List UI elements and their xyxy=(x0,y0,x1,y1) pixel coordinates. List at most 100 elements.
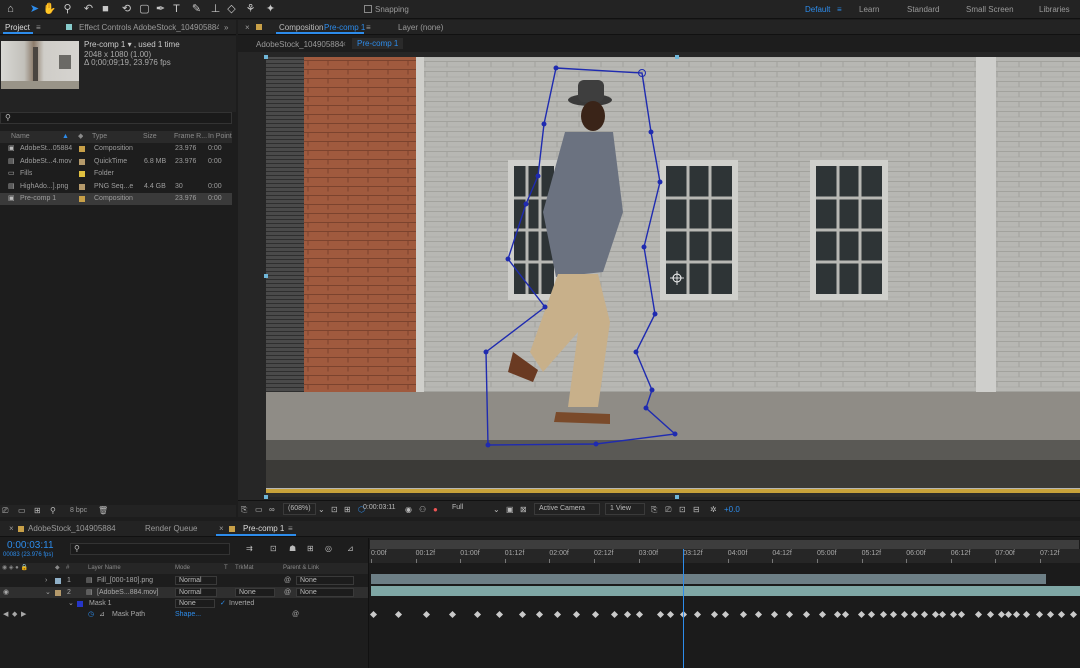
parent-pickwhip-icon[interactable]: @ xyxy=(284,575,291,586)
keyframe-icon[interactable] xyxy=(1057,610,1065,619)
mask-vertex[interactable] xyxy=(541,121,547,127)
layer-label-swatch[interactable] xyxy=(55,589,61,596)
comp-viewer[interactable] xyxy=(238,52,1080,500)
mask-name[interactable]: Mask 1 xyxy=(89,598,112,609)
project-item[interactable]: ▣ AdobeSt...05884 Composition 23.976 0:00 xyxy=(0,143,232,155)
zoom-dropdown-arrow[interactable]: ⌄ xyxy=(318,505,325,514)
workspace-learn[interactable]: Learn xyxy=(859,5,879,14)
mask-expand-icon[interactable]: ⌄ xyxy=(68,598,74,609)
zoom-tool-icon[interactable]: ⚲ xyxy=(59,1,76,17)
mask-vertex[interactable] xyxy=(672,431,678,437)
pan-behind-icon[interactable]: ⟲ xyxy=(118,1,135,17)
layer-row[interactable]: ◉ ⌄ 2 ▤ [AdobeS...884.mov] Normal None @ None xyxy=(0,586,368,598)
keyframe-icon[interactable] xyxy=(974,610,982,619)
mask-vertex[interactable] xyxy=(649,387,655,393)
mask-vertex[interactable] xyxy=(652,311,658,317)
keyframe-icon[interactable] xyxy=(771,610,779,619)
parent-pickwhip-icon[interactable]: @ xyxy=(284,587,291,598)
comp-frame[interactable] xyxy=(238,52,1080,500)
label-swatch[interactable] xyxy=(79,183,85,190)
keyframe-icon[interactable] xyxy=(900,610,908,619)
visibility-toggle-icon[interactable]: ◉ xyxy=(3,587,9,598)
keyframe-icon[interactable] xyxy=(949,610,958,619)
keyframe-icon[interactable] xyxy=(473,610,482,619)
keyframe-icon[interactable] xyxy=(554,610,562,619)
mask-vertex[interactable] xyxy=(593,441,599,447)
keyframe-add-icon[interactable]: ◆ xyxy=(12,609,17,620)
keyframe-icon[interactable] xyxy=(623,610,631,619)
new-comp-icon[interactable]: ⊞ xyxy=(34,506,41,515)
project-item[interactable]: ▤ HighAdo...].png PNG Seq...e 4.4 GB 30 0:00 xyxy=(0,181,232,193)
work-area-bar[interactable] xyxy=(370,540,1079,549)
resolution-arrow[interactable]: ⌄ xyxy=(493,505,500,514)
layer-mode-dropdown[interactable]: Normal xyxy=(175,587,217,597)
layer-type-icon[interactable]: ▤ xyxy=(86,587,93,598)
breadcrumb-parent[interactable]: AdobeStock_104905884 xyxy=(256,40,344,49)
close-tab-1-icon[interactable]: × xyxy=(9,521,14,536)
keyframe-icon[interactable] xyxy=(636,610,644,619)
keyframe-icon[interactable] xyxy=(958,610,966,619)
workspace-small-screen[interactable]: Small Screen xyxy=(966,5,1014,14)
layer-parent-dropdown[interactable]: None xyxy=(296,576,354,585)
mask-vertex[interactable] xyxy=(535,173,541,179)
layer-expand-icon[interactable]: ⌄ xyxy=(45,587,51,598)
col-in-point[interactable]: In Point xyxy=(208,131,232,143)
type-tool-icon[interactable]: T xyxy=(168,1,185,17)
keyframe-icon[interactable] xyxy=(880,610,888,619)
mask-vertex[interactable] xyxy=(648,129,654,135)
col-t[interactable]: T xyxy=(224,563,228,574)
col-layer-name[interactable]: Layer Name xyxy=(88,563,121,574)
keyframe-icon[interactable] xyxy=(423,610,431,619)
layer-expand-icon[interactable]: › xyxy=(45,575,47,586)
reset-exposure-icon[interactable]: ⎚ xyxy=(665,505,671,515)
inverted-check-icon[interactable]: ✓ xyxy=(220,598,226,609)
clone-stamp-icon[interactable]: ⊥ xyxy=(207,1,224,17)
flowchart-icon[interactable]: ⊟ xyxy=(693,505,700,514)
keyframe-icon[interactable] xyxy=(1046,610,1055,619)
interpret-footage-icon[interactable]: ⎚ xyxy=(2,506,8,516)
label-swatch[interactable] xyxy=(79,158,85,165)
col-frame-rate[interactable]: Frame R... xyxy=(174,131,207,143)
timeline-graph[interactable]: 0:00f 00:12f 01:00f 01:12f 02:00f 02:12f 03:00… xyxy=(369,538,1080,668)
puppet-tool-icon[interactable]: ✦ xyxy=(262,1,279,17)
keyframe-icon[interactable] xyxy=(573,610,581,619)
exposure-value[interactable]: +0.0 xyxy=(724,505,740,514)
keyframe-icon[interactable] xyxy=(448,610,456,619)
tab-layer[interactable]: Layer (none) xyxy=(398,20,443,35)
mask-vertex[interactable] xyxy=(523,201,529,207)
keyframe-icon[interactable] xyxy=(710,610,718,619)
new-folder-icon[interactable]: ▭ xyxy=(18,506,26,515)
keyframe-track[interactable] xyxy=(369,609,1080,621)
keyframe-icon[interactable] xyxy=(1023,610,1031,619)
motion-blur-icon[interactable]: ◎ xyxy=(325,544,332,553)
label-col-icon[interactable]: ◆ xyxy=(78,131,83,143)
keyframe-icon[interactable] xyxy=(842,610,850,619)
mask-vertex[interactable] xyxy=(641,244,647,250)
col-parent[interactable]: Parent & Link xyxy=(283,563,319,574)
panel-overflow-icon[interactable]: » xyxy=(224,20,228,35)
playhead[interactable] xyxy=(682,549,684,668)
exposure-icon[interactable]: ✲ xyxy=(710,505,717,514)
keyframe-icon[interactable] xyxy=(857,610,865,619)
keyframe-icon[interactable] xyxy=(1013,610,1021,619)
close-comp-tab-icon[interactable]: × xyxy=(245,20,250,35)
layer-row[interactable]: › 1 ▤ Fill_[000-180].png Normal @ None xyxy=(0,575,368,586)
keyframe-icon[interactable] xyxy=(755,610,763,619)
keyframe-icon[interactable] xyxy=(986,610,994,619)
comp-mini-flowchart-icon[interactable]: ⇉ xyxy=(246,544,253,553)
layer-number[interactable]: 2 xyxy=(67,587,71,598)
layer-name[interactable]: Fill_[000-180].png xyxy=(97,575,153,586)
keyframe-icon[interactable] xyxy=(939,610,947,619)
roi-icon[interactable]: ▣ xyxy=(506,505,514,514)
workspace-default[interactable]: Default xyxy=(805,5,830,14)
workspace-standard[interactable]: Standard xyxy=(907,5,939,14)
mask-vertex[interactable] xyxy=(485,442,491,448)
keyframe-icon[interactable] xyxy=(803,610,811,619)
keyframe-icon[interactable] xyxy=(997,610,1005,619)
vr-icon[interactable]: ∞ xyxy=(269,505,275,514)
keyframe-icon[interactable] xyxy=(1004,610,1012,619)
zoom-dropdown[interactable]: (608%) xyxy=(283,503,316,515)
project-item[interactable]: ▭ Fills Folder xyxy=(0,168,232,180)
workspace-menu-icon[interactable]: ≡ xyxy=(837,5,842,14)
timeline-icon[interactable]: ⊡ xyxy=(679,505,686,514)
